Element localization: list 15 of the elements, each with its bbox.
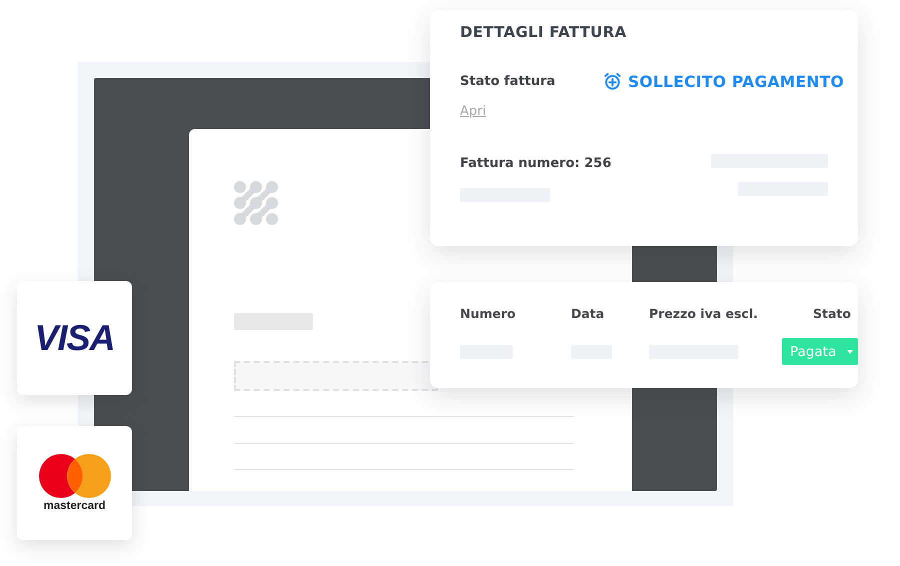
- reminder-button[interactable]: SOLLECITO PAGAMENTO: [602, 72, 844, 91]
- mastercard-logo: mastercard: [43, 500, 106, 512]
- alarm-clock-icon: [602, 72, 622, 91]
- card-title: DETTAGLI FATTURA: [460, 23, 628, 41]
- caret-icon: [847, 350, 853, 354]
- column-header: Data: [571, 306, 606, 321]
- overlapping-circles-icon: [38, 454, 110, 498]
- column-header: Stato: [813, 306, 851, 321]
- column-header: Numero: [460, 306, 517, 321]
- logo-icon: [234, 181, 278, 225]
- visa-logo: VISA: [34, 317, 115, 359]
- status-label: Stato fattura: [460, 74, 556, 89]
- invoice-number: Fattura numero: 256: [460, 156, 612, 171]
- status-dropdown[interactable]: Pagata: [782, 338, 858, 365]
- open-link[interactable]: Apri: [460, 104, 486, 119]
